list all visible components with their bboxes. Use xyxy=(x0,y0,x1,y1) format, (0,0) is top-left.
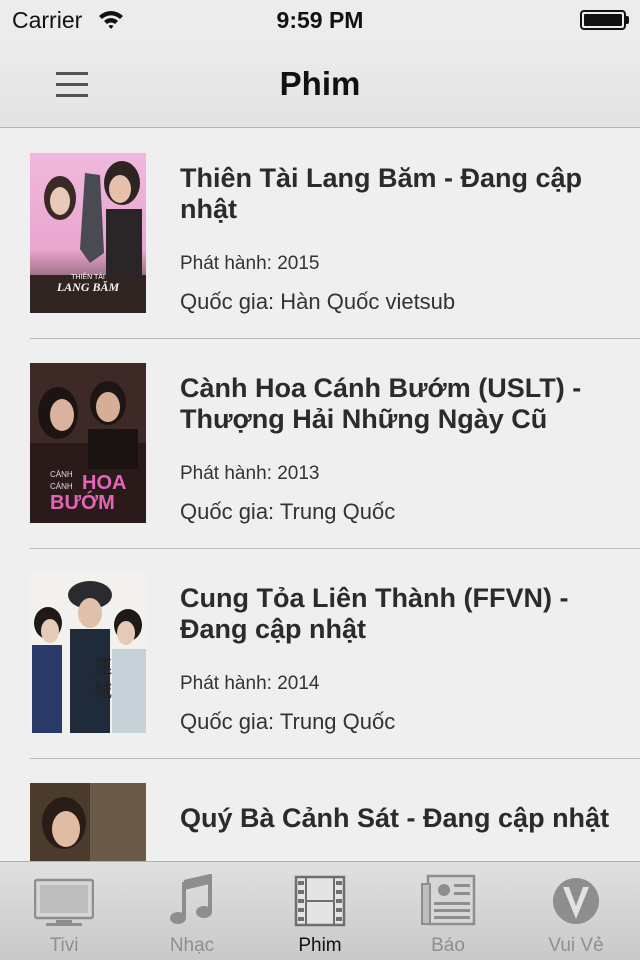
v-logo-icon xyxy=(553,878,599,924)
tab-bao[interactable]: Báo xyxy=(384,862,512,960)
list-item[interactable]: Quý Bà Cảnh Sát - Đang cập nhật xyxy=(0,759,640,861)
poster-image[interactable]: THIÊN TÀI LANG BĂM xyxy=(30,153,146,313)
list-item[interactable]: CÀNH CÁNH HOA BƯỚM Cành Hoa Cánh Bướm (U… xyxy=(0,339,640,549)
film-strip-icon xyxy=(294,875,346,927)
movie-list[interactable]: THIÊN TÀI LANG BĂM Thiên Tài Lang Băm - … xyxy=(0,129,640,861)
navigation-bar: Phim xyxy=(0,40,640,128)
battery-tip xyxy=(626,16,629,24)
poster-image[interactable]: 連 城 xyxy=(30,573,146,733)
tab-label: Nhạc xyxy=(169,935,215,956)
release-year: Phát hành: 2015 xyxy=(180,253,320,274)
tv-icon xyxy=(34,878,94,926)
movie-title[interactable]: Cung Tỏa Liên Thành (FFVN) - Đang cập nh… xyxy=(180,583,630,645)
battery-icon xyxy=(580,10,626,30)
poster-image[interactable] xyxy=(30,783,146,861)
tab-phim[interactable]: Phim xyxy=(256,862,384,960)
country: Quốc gia: Trung Quốc xyxy=(180,499,396,524)
svg-text:CÀNH: CÀNH xyxy=(50,470,73,479)
country: Quốc gia: Trung Quốc xyxy=(180,709,396,734)
release-year: Phát hành: 2013 xyxy=(180,463,320,484)
tab-tivi[interactable]: Tivi xyxy=(0,862,128,960)
movie-title[interactable]: Thiên Tài Lang Băm - Đang cập nhật xyxy=(180,163,630,225)
status-bar: Carrier 9:59 PM xyxy=(0,0,640,40)
svg-text:BƯỚM: BƯỚM xyxy=(50,490,115,514)
list-item[interactable]: 連 城 Cung Tỏa Liên Thành (FFVN) - Đang cậ… xyxy=(0,549,640,759)
tab-label: Phim xyxy=(298,935,342,956)
poster-image[interactable]: CÀNH CÁNH HOA BƯỚM xyxy=(30,363,146,523)
movie-title[interactable]: Cành Hoa Cánh Bướm (USLT) - Thượng Hải N… xyxy=(180,373,630,435)
tab-label: Báo xyxy=(431,935,465,956)
release-year: Phát hành: 2014 xyxy=(180,673,320,694)
page-title: Phim xyxy=(279,65,361,102)
list-item[interactable]: THIÊN TÀI LANG BĂM Thiên Tài Lang Băm - … xyxy=(0,129,640,339)
country: Quốc gia: Hàn Quốc vietsub xyxy=(180,289,456,314)
svg-text:連: 連 xyxy=(94,657,112,678)
svg-text:城: 城 xyxy=(94,681,112,702)
tab-label: Vui Vẻ xyxy=(548,935,604,956)
tab-vui-ve[interactable]: Vui Vẻ xyxy=(512,862,640,960)
status-time: 9:59 PM xyxy=(276,7,364,33)
tab-nhac[interactable]: Nhạc xyxy=(128,862,256,960)
svg-text:LANG BĂM: LANG BĂM xyxy=(56,280,120,294)
tab-bar: Tivi Nhạc Phim Báo Vui Vẻ xyxy=(0,861,640,960)
svg-text:CÁNH: CÁNH xyxy=(50,482,73,491)
music-note-icon xyxy=(170,874,212,924)
tab-label: Tivi xyxy=(49,935,79,956)
newspaper-icon xyxy=(421,874,476,926)
movie-title[interactable]: Quý Bà Cảnh Sát - Đang cập nhật xyxy=(180,803,630,834)
svg-text:HOA: HOA xyxy=(82,472,126,494)
